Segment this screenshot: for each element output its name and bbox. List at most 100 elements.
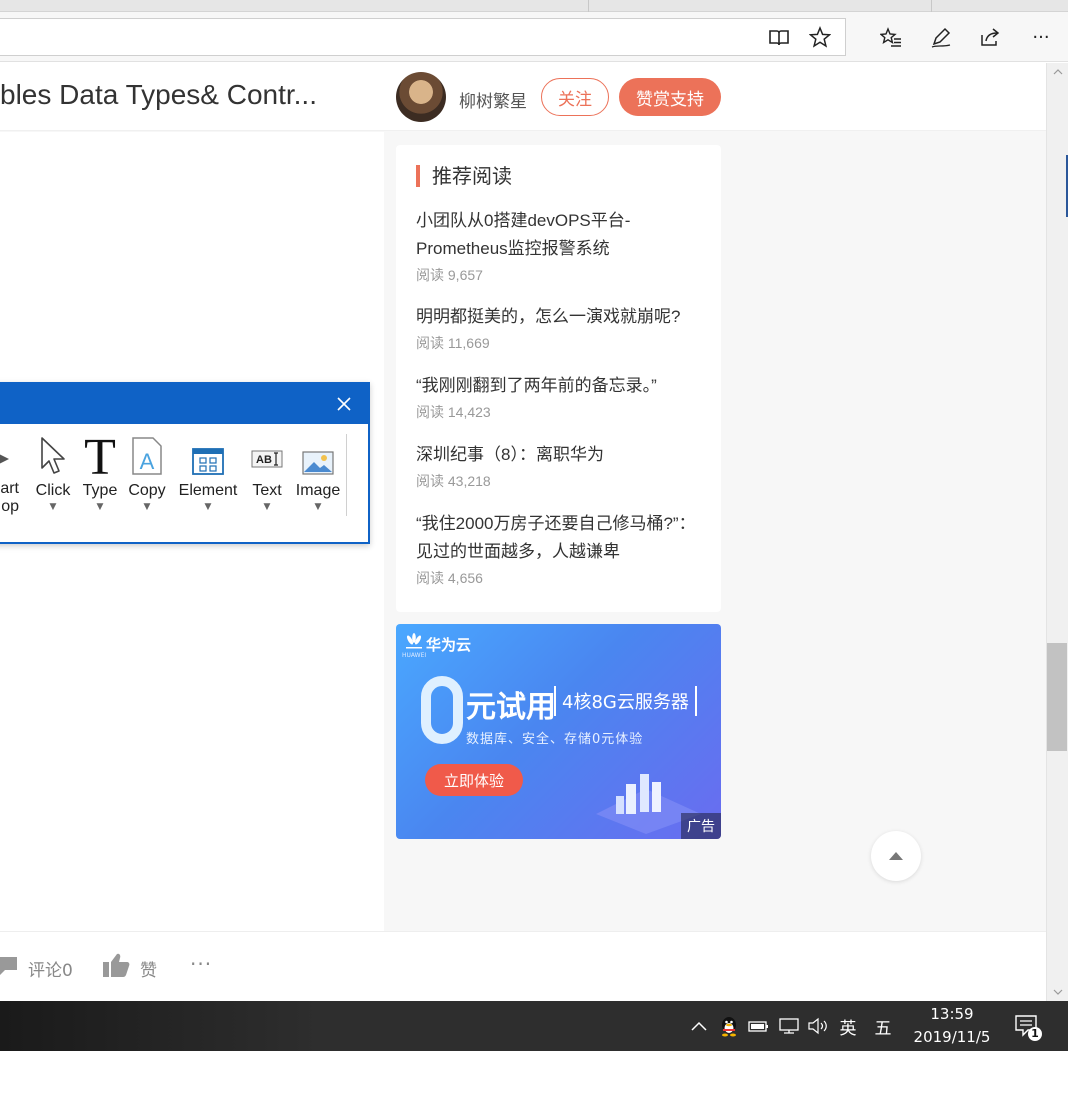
svg-text:AB: AB [256, 454, 272, 466]
svg-text:T: T [84, 432, 116, 476]
share-icon[interactable] [975, 22, 1005, 52]
close-icon[interactable] [330, 390, 358, 418]
play-icon [0, 434, 22, 476]
ad-brand-small: HUAWEI [402, 652, 427, 659]
back-to-top-button[interactable] [871, 831, 921, 881]
ad-cta-button[interactable]: 立即体验 [425, 764, 523, 796]
advertisement-banner[interactable]: 华为云 HUAWEI 元试用 4核8G云服务器 数据库、安全、存储0元体验 立即… [396, 624, 721, 839]
recommended-item-reads: 阅读 4,656 [416, 570, 483, 586]
article-bottom-bar: 评论0 赞 ··· [0, 931, 1046, 1001]
battery-icon[interactable] [747, 1013, 771, 1039]
pen-icon[interactable] [926, 22, 956, 52]
ime-mode[interactable]: 五 [871, 1013, 895, 1039]
scroll-thumb[interactable] [1047, 643, 1067, 751]
recommended-item[interactable]: “我刚刚翻到了两年前的备忘录。” 阅读 14,423 [416, 372, 706, 422]
recommended-item-title[interactable]: 深圳纪事（8）：离职华为 [416, 441, 706, 469]
recommended-item-title[interactable]: 小团队从0搭建devOPS平台-Prometheus监控报警系统 [416, 207, 706, 263]
click-tool[interactable]: Click ▼ [30, 434, 76, 518]
ad-spec: 4核8G云服务器 [554, 686, 697, 716]
tab-strip [0, 0, 1068, 12]
recommended-item-reads: 阅读 11,669 [416, 335, 490, 351]
ad-label: 广告 [681, 813, 721, 839]
show-hidden-icons-icon[interactable] [688, 1013, 710, 1039]
recommended-item-reads: 阅读 9,657 [416, 267, 483, 283]
start-tool-label: art [0, 480, 19, 497]
type-t-icon: T [80, 432, 120, 476]
click-tool-label: Click [35, 482, 71, 499]
type-tool-label: Type [82, 482, 118, 499]
element-tool-label: Element [178, 482, 238, 499]
chevron-down-icon[interactable]: ▼ [144, 502, 151, 512]
thumbs-up-icon[interactable] [102, 952, 130, 978]
chevron-down-icon[interactable]: ▼ [315, 502, 322, 512]
tip-button[interactable]: 赞赏支持 [619, 78, 721, 116]
address-bar[interactable] [0, 18, 846, 56]
text-tool-label: Text [252, 482, 282, 499]
cursor-icon [33, 434, 73, 476]
text-ocr-icon: AB [247, 434, 287, 476]
copy-tool-label: Copy [128, 482, 166, 499]
blank-area [0, 1051, 1068, 1102]
more-icon[interactable]: ··· [1026, 22, 1056, 52]
like-label[interactable]: 赞 [140, 956, 157, 981]
recommended-item[interactable]: 深圳纪事（8）：离职华为 阅读 43,218 [416, 441, 706, 491]
type-tool[interactable]: T Type ▼ [78, 432, 122, 518]
more-label: ··· [1032, 26, 1050, 48]
author-avatar[interactable] [396, 72, 446, 122]
reading-view-icon[interactable] [764, 22, 794, 52]
stop-tool-label: op [1, 498, 19, 515]
chevron-down-icon[interactable]: ▼ [50, 502, 57, 512]
author-name[interactable]: 柳树繁星 [459, 87, 527, 112]
svg-text:A: A [140, 449, 155, 474]
follow-button[interactable]: 关注 [541, 78, 609, 116]
ime-language[interactable]: 英 [836, 1013, 860, 1039]
image-tool[interactable]: Image ▼ [292, 434, 344, 518]
article-body [0, 132, 384, 1001]
start-stop-tool[interactable]: art op [0, 434, 20, 518]
ad-brand: 华为云 [426, 636, 472, 654]
huawei-logo-icon [406, 633, 422, 649]
comment-count[interactable]: 评论0 [28, 956, 73, 981]
copy-tool[interactable]: A Copy ▼ [124, 434, 170, 518]
scroll-up-arrow-icon[interactable] [1047, 63, 1068, 81]
article-header: bles Data Types& Contr... 柳树繁星 关注 赞赏支持 [0, 63, 1046, 131]
clock-time[interactable]: 13:59 [912, 1005, 992, 1023]
windows-taskbar: 英 五 13:59 2019/11/5 1 [0, 1001, 1068, 1051]
text-tool[interactable]: AB Text ▼ [244, 434, 290, 518]
recommended-item-reads: 阅读 14,423 [416, 404, 491, 420]
recommended-item-title[interactable]: “我住2000万房子还要自己修马桶?”：见过的世面越多，人越谦卑 [416, 510, 706, 566]
element-window-icon [188, 434, 228, 476]
favorite-star-icon[interactable] [805, 22, 835, 52]
recommended-item[interactable]: 小团队从0搭建devOPS平台-Prometheus监控报警系统 阅读 9,65… [416, 207, 706, 285]
recorder-title-bar[interactable] [0, 384, 368, 424]
copy-document-icon: A [127, 434, 167, 476]
more-actions-button[interactable]: ··· [190, 952, 212, 976]
caret-up-icon [889, 852, 903, 860]
chevron-down-icon[interactable]: ▼ [205, 502, 212, 512]
recommended-item[interactable]: 明明都挺美的，怎么一演戏就崩呢? 阅读 11,669 [416, 303, 706, 353]
page-scrollbar[interactable] [1046, 63, 1068, 1001]
image-tool-label: Image [295, 482, 341, 499]
recorder-toolbar-window: art op Click ▼ T Type ▼ A Copy ▼ Element… [0, 382, 370, 544]
comment-icon[interactable] [0, 956, 18, 976]
notification-center-icon[interactable]: 1 [1014, 1013, 1046, 1043]
qq-penguin-icon[interactable] [718, 1013, 740, 1039]
recommended-reading-panel: 推荐阅读 小团队从0搭建devOPS平台-Prometheus监控报警系统 阅读… [396, 145, 721, 612]
favorites-list-icon[interactable] [876, 22, 906, 52]
chevron-down-icon[interactable]: ▼ [264, 502, 271, 512]
article-title: bles Data Types& Contr... [0, 79, 317, 110]
ad-headline: 元试用 [466, 690, 556, 725]
ad-zero-graphic [421, 676, 463, 744]
recommended-item[interactable]: “我住2000万房子还要自己修马桶?”：见过的世面越多，人越谦卑 阅读 4,65… [416, 510, 706, 588]
clock-date[interactable]: 2019/11/5 [906, 1028, 998, 1046]
scroll-down-arrow-icon[interactable] [1047, 983, 1068, 1001]
recommended-item-title[interactable]: 明明都挺美的，怎么一演戏就崩呢? [416, 303, 706, 331]
toolbar-separator [346, 434, 347, 516]
recommended-item-title[interactable]: “我刚刚翻到了两年前的备忘录。” [416, 372, 706, 400]
recommended-heading: 推荐阅读 [416, 165, 512, 187]
network-icon[interactable] [777, 1013, 801, 1039]
chevron-down-icon[interactable]: ▼ [97, 502, 104, 512]
volume-icon[interactable] [806, 1013, 830, 1039]
notification-count: 1 [1031, 1027, 1039, 1040]
element-tool[interactable]: Element ▼ [176, 434, 240, 518]
